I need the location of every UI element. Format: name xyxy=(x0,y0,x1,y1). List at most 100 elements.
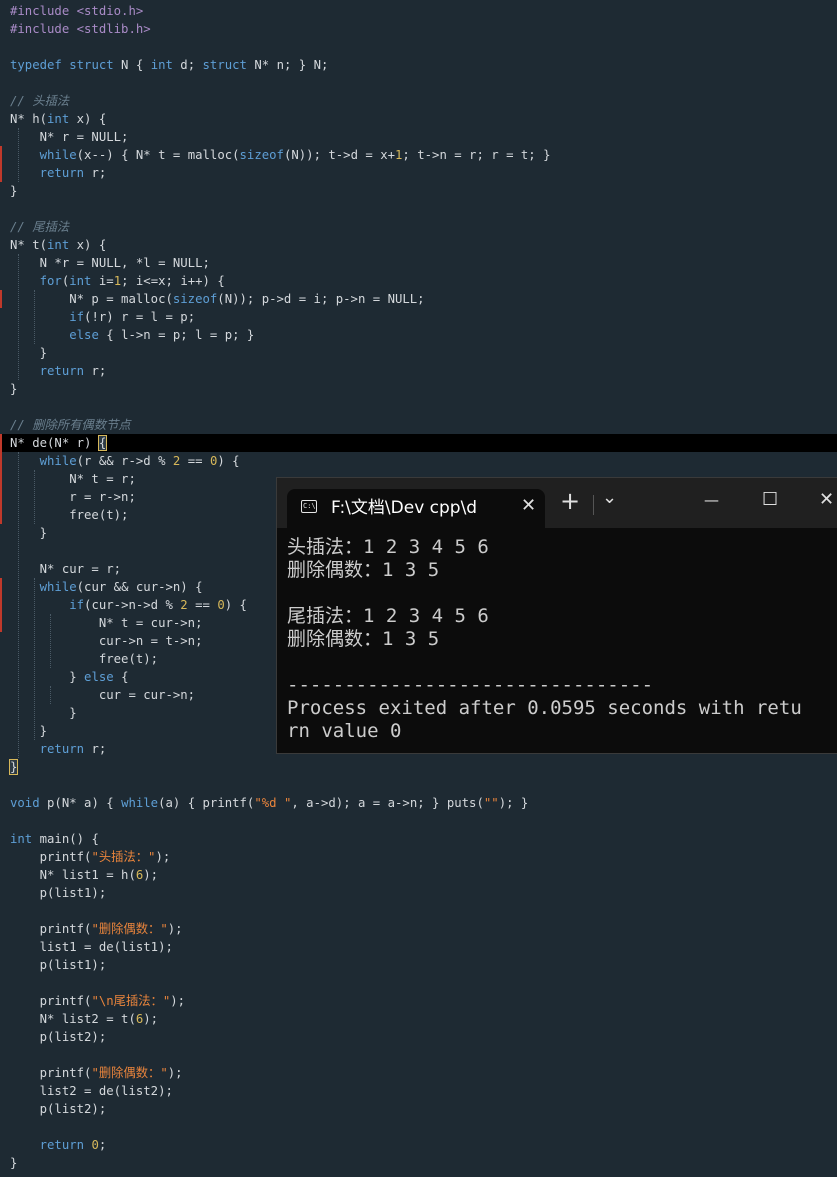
code-token: for xyxy=(39,274,62,288)
code-line[interactable]: // 尾插法 xyxy=(0,218,837,236)
code-line[interactable]: } xyxy=(0,758,837,776)
code-line[interactable]: list1 = de(list1); xyxy=(0,938,837,956)
code-line[interactable]: p(list1); xyxy=(0,884,837,902)
code-line[interactable]: return r; xyxy=(0,362,837,380)
code-line[interactable]: return r; xyxy=(0,164,837,182)
code-token: "头插法：" xyxy=(91,850,156,864)
code-line[interactable]: N *r = NULL, *l = NULL; xyxy=(0,254,837,272)
new-tab-button[interactable]: + xyxy=(560,487,580,515)
code-line[interactable]: void p(N* a) { while(a) { printf("%d ", … xyxy=(0,794,837,812)
code-token: } xyxy=(8,759,19,775)
code-token: int xyxy=(47,112,70,126)
code-line[interactable] xyxy=(0,902,837,920)
code-token: ) { xyxy=(224,598,247,612)
code-line[interactable] xyxy=(0,74,837,92)
code-line[interactable]: p(list2); xyxy=(0,1028,837,1046)
console-output: 头插法：1 2 3 4 5 6 删除偶数：1 3 5 尾插法：1 2 3 4 5… xyxy=(287,536,802,742)
code-token: 0 xyxy=(217,598,225,612)
code-token: ; i<=x; i++) { xyxy=(121,274,225,288)
code-line[interactable]: N* h(int x) { xyxy=(0,110,837,128)
code-line[interactable] xyxy=(0,200,837,218)
code-token: printf( xyxy=(10,1066,92,1080)
code-line[interactable]: printf("删除偶数："); xyxy=(0,1064,837,1082)
code-line[interactable]: return 0; xyxy=(0,1136,837,1154)
code-token: main() { xyxy=(32,832,99,846)
code-line[interactable]: if(!r) r = l = p; xyxy=(0,308,837,326)
code-token: r = r->n; xyxy=(10,490,136,504)
code-token: list1 = de(list1); xyxy=(10,940,173,954)
code-line[interactable]: printf("\n尾插法："); xyxy=(0,992,837,1010)
console-window[interactable]: C:\ F:\文档\Dev cpp\d ✕ + ⌄ — ☐ ✕ 头插法：1 2 … xyxy=(276,477,837,754)
console-tab[interactable]: C:\ F:\文档\Dev cpp\d ✕ xyxy=(287,489,545,528)
code-token: ); xyxy=(170,994,186,1008)
chevron-down-icon[interactable]: ⌄ xyxy=(602,487,617,508)
code-line[interactable]: // 头插法 xyxy=(0,92,837,110)
code-token: void xyxy=(10,796,40,810)
code-line[interactable]: else { l->n = p; l = p; } xyxy=(0,326,837,344)
tab-close-icon[interactable]: ✕ xyxy=(521,495,536,516)
window-close-button[interactable]: ✕ xyxy=(819,489,834,510)
code-token: } xyxy=(10,382,18,396)
code-token: cur->n = t->n; xyxy=(10,634,203,648)
code-line[interactable]: N* list2 = t(6); xyxy=(0,1010,837,1028)
code-token: (!r) r = l = p; xyxy=(84,310,196,324)
code-line[interactable]: } xyxy=(0,1154,837,1172)
code-line[interactable]: while(r && r->d % 2 == 0) { xyxy=(0,452,837,470)
code-line[interactable]: list2 = de(list2); xyxy=(0,1082,837,1100)
code-line[interactable] xyxy=(0,776,837,794)
gutter-marker xyxy=(0,146,2,182)
gutter-marker xyxy=(0,434,2,524)
code-token: struct xyxy=(202,58,247,72)
code-token: "" xyxy=(483,796,499,810)
code-token: N* n; } N; xyxy=(246,58,329,72)
console-titlebar[interactable]: C:\ F:\文档\Dev cpp\d ✕ + ⌄ — ☐ ✕ xyxy=(277,478,837,528)
code-token: printf( xyxy=(10,922,92,936)
code-line[interactable] xyxy=(0,1118,837,1136)
code-token: printf( xyxy=(10,994,92,1008)
code-line[interactable]: typedef struct N { int d; struct N* n; }… xyxy=(0,56,837,74)
code-line[interactable]: for(int i=1; i<=x; i++) { xyxy=(0,272,837,290)
code-line[interactable]: } xyxy=(0,344,837,362)
code-token: p(list1); xyxy=(10,958,107,972)
code-line[interactable] xyxy=(0,1046,837,1064)
code-line[interactable]: N* list1 = h(6); xyxy=(0,866,837,884)
code-line[interactable]: N* r = NULL; xyxy=(0,128,837,146)
code-line[interactable]: // 删除所有偶数节点 xyxy=(0,416,837,434)
code-line[interactable]: printf("删除偶数："); xyxy=(0,920,837,938)
code-line[interactable]: } xyxy=(0,380,837,398)
code-line[interactable]: p(list2); xyxy=(0,1100,837,1118)
maximize-button[interactable]: ☐ xyxy=(762,489,778,510)
indent-guide xyxy=(18,254,20,380)
code-line[interactable]: int main() { xyxy=(0,830,837,848)
code-token: "%d " xyxy=(254,796,292,810)
code-line[interactable]: while(x--) { N* t = malloc(sizeof(N)); t… xyxy=(0,146,837,164)
code-token: } xyxy=(10,184,18,198)
code-line[interactable] xyxy=(0,974,837,992)
code-line[interactable]: N* t(int x) { xyxy=(0,236,837,254)
code-line[interactable] xyxy=(0,812,837,830)
code-line[interactable]: N* p = malloc(sizeof(N)); p->d = i; p->n… xyxy=(0,290,837,308)
code-token: // 尾插法 xyxy=(10,220,70,234)
code-token: printf( xyxy=(10,850,92,864)
code-line[interactable]: p(list1); xyxy=(0,956,837,974)
code-token: ); } xyxy=(498,796,529,810)
code-token: #include <stdlib.h> xyxy=(10,22,151,36)
code-line[interactable]: #include <stdlib.h> xyxy=(0,20,837,38)
code-token: ; t->n = r; r = t; } xyxy=(402,148,551,162)
code-line[interactable] xyxy=(0,38,837,56)
code-line[interactable]: N* de(N* r) { xyxy=(0,434,837,452)
code-token: while xyxy=(121,796,159,810)
code-line[interactable]: } xyxy=(0,182,837,200)
code-token: i= xyxy=(91,274,114,288)
code-line[interactable]: #include <stdio.h> xyxy=(0,2,837,20)
code-line[interactable] xyxy=(0,398,837,416)
code-line[interactable]: printf("头插法："); xyxy=(0,848,837,866)
code-token: if xyxy=(69,310,85,324)
code-token: else xyxy=(69,328,99,342)
indent-guide xyxy=(34,290,36,344)
code-token: int xyxy=(10,832,33,846)
minimize-button[interactable]: — xyxy=(704,491,719,509)
